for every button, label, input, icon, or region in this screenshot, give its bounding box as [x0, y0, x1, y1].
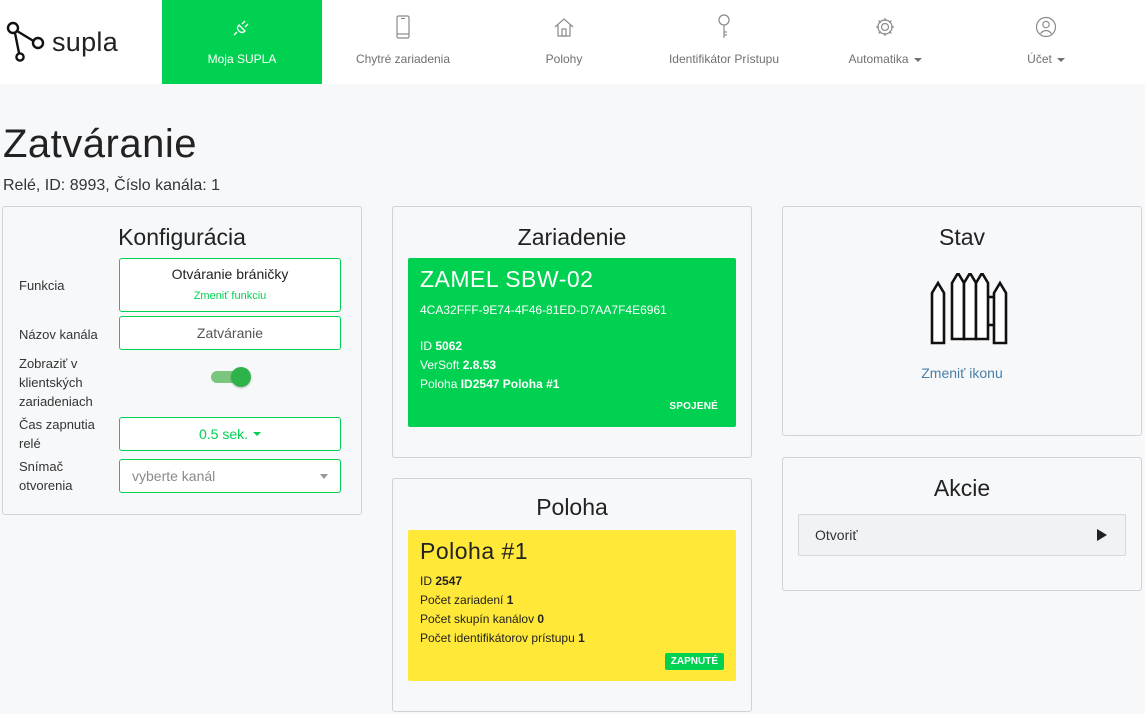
opening-sensor-select[interactable]: vyberte kanál — [119, 459, 341, 493]
device-panel-title: Zariadenie — [517, 224, 627, 250]
nav-label: Účet — [1027, 52, 1065, 66]
device-tile[interactable]: ZAMEL SBW-02 4CA32FFF-9E74-4F46-81ED-D7A… — [408, 258, 736, 427]
location-groups-label: Počet skupín kanálov — [420, 612, 535, 626]
top-navbar: supla Moja SUPLA Chytré zariadenia Poloh… — [0, 0, 1145, 84]
location-aids-label: Počet identifikátorov prístupu — [420, 631, 575, 645]
state-panel: Stav Zmeniť ikonu — [782, 206, 1142, 436]
nav-label: Identifikátor Prístupu — [668, 52, 780, 66]
device-name: ZAMEL SBW-02 — [420, 266, 594, 292]
location-aids-row: Počet identifikátorov prístupu 1 — [420, 629, 585, 648]
device-location-label: Poloha — [420, 377, 458, 391]
nav-polohy[interactable]: Polohy — [484, 0, 644, 84]
opening-sensor-placeholder: vyberte kanál — [132, 468, 216, 484]
device-location-value: ID2547 Poloha #1 — [460, 377, 560, 391]
location-id-value: 2547 — [435, 574, 463, 588]
device-id-label: ID — [420, 339, 432, 353]
device-id-row: ID 5062 — [420, 337, 462, 356]
brand-name: supla — [52, 26, 119, 57]
supla-logo-icon — [6, 21, 45, 62]
location-devices-row: Počet zariadení 1 — [420, 591, 513, 610]
device-guid: 4CA32FFF-9E74-4F46-81ED-D7AA7F4E6961 — [420, 303, 667, 317]
page-title: Zatváranie — [3, 122, 197, 166]
relay-time-value: 0.5 sek. — [198, 426, 249, 442]
location-groups-value: 0 — [537, 612, 545, 626]
nav-label-text: Automatika — [848, 52, 909, 66]
open-action-label: Otvoriť — [815, 527, 858, 543]
location-id-label: ID — [420, 574, 432, 588]
gate-closed-icon — [930, 273, 1008, 345]
play-icon — [1097, 529, 1107, 541]
home-icon — [553, 14, 575, 40]
actions-title: Akcie — [933, 475, 991, 501]
page-subtitle: Relé, ID: 8993, Číslo kanála: 1 — [3, 177, 221, 194]
relay-time-select[interactable]: 0.5 sek. — [119, 417, 341, 451]
nav-ucet[interactable]: Účet — [966, 0, 1126, 84]
location-panel-title: Poloha — [536, 494, 608, 520]
smartphone-icon — [395, 14, 411, 40]
nav-label: Chytré zariadenia — [355, 52, 451, 66]
location-groups-row: Počet skupín kanálov 0 — [420, 610, 544, 629]
location-devices-value: 1 — [506, 593, 514, 607]
location-name: Poloha #1 — [420, 538, 529, 564]
device-version-label: VerSoft — [420, 358, 460, 372]
actions-panel: Akcie Otvoriť — [782, 457, 1142, 591]
nav-label: Polohy — [545, 52, 583, 66]
device-version-row: VerSoft 2.8.53 — [420, 356, 496, 375]
config-title: Konfigurácia — [118, 224, 246, 250]
nav-label: Automatika — [848, 52, 922, 66]
location-status-badge: ZAPNUTÉ — [664, 653, 724, 670]
show-in-clients-toggle[interactable] — [211, 367, 251, 387]
location-devices-label: Počet zariadení — [420, 593, 504, 607]
channel-name-input[interactable]: Zatváranie — [119, 316, 341, 350]
key-icon — [717, 14, 731, 40]
relay-time-label: Čas zapnutia relé — [19, 417, 95, 451]
channel-name-label: Názov kanála — [19, 327, 98, 342]
config-panel: Konfigurácia Funkcia Otváranie bráničky … — [2, 206, 362, 515]
nav-moja-supla[interactable]: Moja SUPLA — [162, 0, 322, 84]
location-tile[interactable]: Poloha #1 ID 2547 Počet zariadení 1 Poče… — [408, 530, 736, 681]
toggle-knob — [231, 367, 251, 387]
gear-icon — [874, 14, 896, 40]
function-label: Funkcia — [19, 278, 65, 293]
location-id-row: ID 2547 — [420, 572, 462, 591]
show-in-clients-label: Zobraziť v klientských zariadeniach — [19, 356, 93, 409]
nav-chytre-zariadenia[interactable]: Chytré zariadenia — [322, 0, 484, 84]
nav-automatika[interactable]: Automatika — [804, 0, 966, 84]
function-value: Otváranie bráničky — [171, 266, 289, 282]
location-panel: Poloha Poloha #1 ID 2547 Počet zariadení… — [392, 478, 752, 712]
brand-logo[interactable]: supla — [6, 18, 156, 66]
user-icon — [1035, 14, 1057, 40]
device-id-value: 5062 — [435, 339, 463, 353]
device-version-value: 2.8.53 — [462, 358, 497, 372]
device-location-row: Poloha ID2547 Poloha #1 — [420, 375, 559, 394]
opening-sensor-label: Snímač otvorenia — [19, 459, 73, 493]
nav-label: Moja SUPLA — [207, 52, 277, 66]
nav-label-text: Účet — [1027, 52, 1052, 66]
location-aids-value: 1 — [578, 631, 585, 645]
function-select[interactable]: Otváranie bráničky Zmeniť funkciu — [119, 258, 341, 312]
open-action-button[interactable]: Otvoriť — [798, 514, 1126, 556]
plug-icon — [231, 14, 253, 40]
device-status-badge: SPOJENÉ — [669, 401, 718, 412]
device-panel: Zariadenie ZAMEL SBW-02 4CA32FFF-9E74-4F… — [392, 206, 752, 458]
chevron-down-icon — [253, 432, 262, 436]
nav-identifikator-pristupu[interactable]: Identifikátor Prístupu — [644, 0, 804, 84]
chevron-down-icon — [320, 474, 328, 479]
chevron-down-icon — [1056, 57, 1065, 62]
change-function-link[interactable]: Zmeniť funkciu — [120, 290, 340, 302]
chevron-down-icon — [913, 57, 922, 62]
change-icon-link[interactable]: Zmeniť ikonu — [783, 365, 1141, 381]
state-title: Stav — [938, 224, 986, 250]
